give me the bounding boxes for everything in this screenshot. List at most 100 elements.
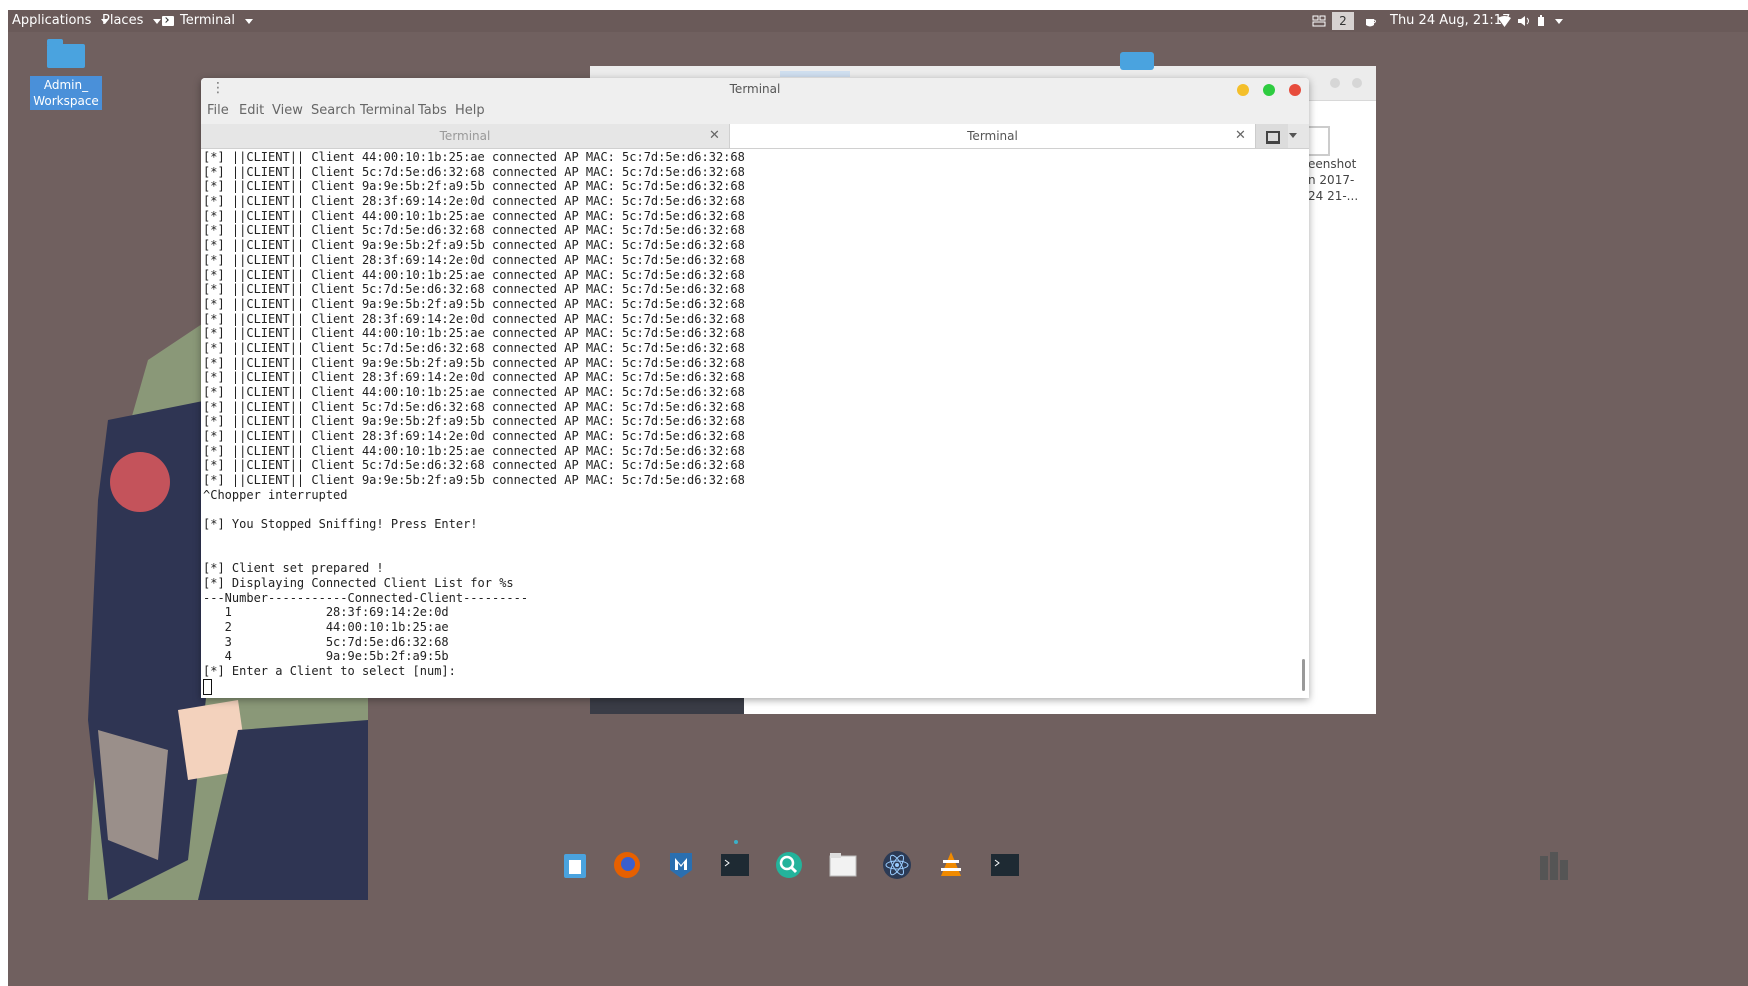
menu-file[interactable]: File xyxy=(207,103,229,118)
file-manager-icon[interactable] xyxy=(828,850,858,880)
terminal-line: 2 44:00:10:1b:25:ae xyxy=(203,620,449,634)
atom-icon[interactable] xyxy=(882,850,912,880)
workspace-switcher[interactable]: 2 xyxy=(1312,10,1354,32)
maximize-button[interactable] xyxy=(1263,84,1275,96)
terminal-line: [*] Client set prepared ! xyxy=(203,561,384,576)
screenshot-file-label-line2: n 2017- xyxy=(1308,173,1355,187)
screenshot-file-label-line1: eenshot xyxy=(1308,157,1357,171)
terminal-line: [*] ||CLIENT|| Client 9a:9e:5b:2f:a9:5b … xyxy=(203,238,745,253)
firefox-icon[interactable] xyxy=(612,850,642,880)
wifi-icon xyxy=(1498,15,1511,27)
desktop-folder-label-line1: Admin_ xyxy=(43,78,89,92)
new-tab-button[interactable] xyxy=(1255,124,1288,148)
terminal-line: [*] ||CLIENT|| Client 28:3f:69:14:2e:0d … xyxy=(203,194,745,209)
terminal-line: [*] ||CLIENT|| Client 9a:9e:5b:2f:a9:5b … xyxy=(203,473,745,488)
dock xyxy=(560,840,1030,886)
background-tab-indicator xyxy=(780,71,850,77)
home-folder-icon xyxy=(1120,52,1154,70)
terminal-line: [*] ||CLIENT|| Client 28:3f:69:14:2e:0d … xyxy=(203,370,745,385)
terminal-window[interactable]: ⋮ Terminal File Edit View Search Termina… xyxy=(201,78,1309,698)
search-icon[interactable] xyxy=(774,850,804,880)
terminal-line: 3 5c:7d:5e:d6:32:68 xyxy=(203,634,449,649)
places-menu[interactable]: Places xyxy=(102,10,162,32)
terminal-menubar: File Edit View Search Terminal Tabs Help xyxy=(201,98,1309,124)
workspaces-icon xyxy=(1312,15,1326,27)
menu-search[interactable]: Search xyxy=(311,103,356,118)
folder-icon xyxy=(47,39,85,68)
terminal-icon[interactable] xyxy=(720,850,750,880)
coffee-cup-icon xyxy=(1366,18,1376,26)
desktop: Applications Places Terminal 2 Thu 24 Au… xyxy=(8,10,1748,986)
bg-minimize-button[interactable] xyxy=(1330,78,1340,88)
tab-list-chevron-icon[interactable] xyxy=(1289,133,1297,138)
tab-close-icon[interactable]: ✕ xyxy=(1235,128,1246,143)
tab-close-icon[interactable]: ✕ xyxy=(709,128,720,143)
active-indicator xyxy=(734,840,738,844)
terminal-app-menu[interactable]: Terminal xyxy=(162,10,253,32)
terminal-titlebar[interactable]: ⋮ Terminal xyxy=(201,78,1309,98)
tab-terminal-2[interactable]: Terminal xyxy=(730,124,1255,148)
menu-tabs[interactable]: Tabs xyxy=(418,103,447,118)
vlc-icon[interactable] xyxy=(936,850,966,880)
applications-label: Applications xyxy=(12,13,92,28)
terminal-line: [*] You Stopped Sniffing! Press Enter! xyxy=(203,517,478,532)
volume-icon xyxy=(1518,16,1529,26)
desktop-folder-admin-workspace[interactable]: Admin_ Workspace xyxy=(30,39,102,110)
terminal-output-area[interactable]: [*] ||CLIENT|| Client 44:00:10:1b:25:ae … xyxy=(201,149,1309,698)
terminal-line: ^Chopper interrupted xyxy=(203,487,348,502)
terminal-line: [*] ||CLIENT|| Client 44:00:10:1b:25:ae … xyxy=(203,267,745,282)
close-button[interactable] xyxy=(1289,84,1301,96)
menu-view[interactable]: View xyxy=(272,103,303,118)
watermark-logo-icon xyxy=(1540,852,1568,880)
terminal-line: [*] ||CLIENT|| Client 5c:7d:5e:d6:32:68 … xyxy=(203,164,745,179)
tab-label: Terminal xyxy=(967,129,1018,143)
terminal-line: [*] ||CLIENT|| Client 9a:9e:5b:2f:a9:5b … xyxy=(203,296,745,311)
clock-text: Thu 24 Aug, 21:17 xyxy=(1390,13,1511,28)
terminal-line: [*] ||CLIENT|| Client 5c:7d:5e:d6:32:68 … xyxy=(203,399,745,414)
scrollbar[interactable] xyxy=(1302,659,1305,691)
terminal-line: [*] ||CLIENT|| Client 28:3f:69:14:2e:0d … xyxy=(203,429,745,444)
terminal-output: [*] ||CLIENT|| Client 44:00:10:1b:25:ae … xyxy=(203,150,745,679)
metasploit-icon[interactable] xyxy=(666,850,696,880)
clock[interactable]: Thu 24 Aug, 21:17 xyxy=(1390,10,1510,32)
menu-help[interactable]: Help xyxy=(455,103,485,118)
tab-terminal-1[interactable]: Terminal xyxy=(201,124,730,148)
terminal-line: [*] ||CLIENT|| Client 44:00:10:1b:25:ae … xyxy=(203,385,745,399)
terminal-line: [*] ||CLIENT|| Client 9a:9e:5b:2f:a9:5b … xyxy=(203,355,745,370)
desktop-folder-label: Admin_ Workspace xyxy=(30,76,102,110)
screenshot-file-label-line3: 24 21-... xyxy=(1308,189,1359,203)
bg-close-button[interactable] xyxy=(1352,78,1362,88)
terminal-window-title: Terminal xyxy=(729,82,781,96)
files-icon[interactable] xyxy=(560,850,590,880)
chevron-down-icon xyxy=(153,18,162,24)
text-cursor xyxy=(203,679,212,695)
places-label: Places xyxy=(102,13,144,28)
screenshot-file-label[interactable]: eenshot n 2017- 24 21-... xyxy=(1308,156,1358,204)
terminal-line: [*] ||CLIENT|| Client 5c:7d:5e:d6:32:68 … xyxy=(203,458,745,473)
system-tray[interactable] xyxy=(1498,10,1563,32)
menu-edit[interactable]: Edit xyxy=(239,103,264,118)
terminal-line: [*] ||CLIENT|| Client 5c:7d:5e:d6:32:68 … xyxy=(203,282,745,297)
terminal-icon-2[interactable] xyxy=(990,850,1020,880)
menu-terminal[interactable]: Terminal xyxy=(360,103,415,118)
terminal-line: [*] Enter a Client to select [num]: xyxy=(203,664,456,679)
terminal-line: [*] ||CLIENT|| Client 28:3f:69:14:2e:0d … xyxy=(203,311,745,326)
terminal-line: [*] ||CLIENT|| Client 9a:9e:5b:2f:a9:5b … xyxy=(203,179,745,194)
terminal-icon xyxy=(162,16,174,26)
terminal-line: 1 28:3f:69:14:2e:0d xyxy=(203,605,449,620)
applications-menu[interactable]: Applications xyxy=(12,10,110,32)
terminal-line: [*] ||CLIENT|| Client 28:3f:69:14:2e:0d … xyxy=(203,252,745,267)
terminal-line: 4 9a:9e:5b:2f:a9:5b xyxy=(203,649,449,664)
chevron-down-icon xyxy=(1555,18,1563,24)
terminal-line: [*] ||CLIENT|| Client 9a:9e:5b:2f:a9:5b … xyxy=(203,414,745,429)
desktop-folder-label-line2: Workspace xyxy=(33,94,99,108)
chevron-down-icon xyxy=(244,18,253,24)
caffeine-toggle[interactable] xyxy=(1364,10,1378,32)
terminal-line: ---Number-----------Connected-Client----… xyxy=(203,590,529,605)
terminal-line: [*] ||CLIENT|| Client 44:00:10:1b:25:ae … xyxy=(203,443,745,458)
minimize-button[interactable] xyxy=(1237,84,1249,96)
terminal-line: [*] ||CLIENT|| Client 5c:7d:5e:d6:32:68 … xyxy=(203,223,745,238)
